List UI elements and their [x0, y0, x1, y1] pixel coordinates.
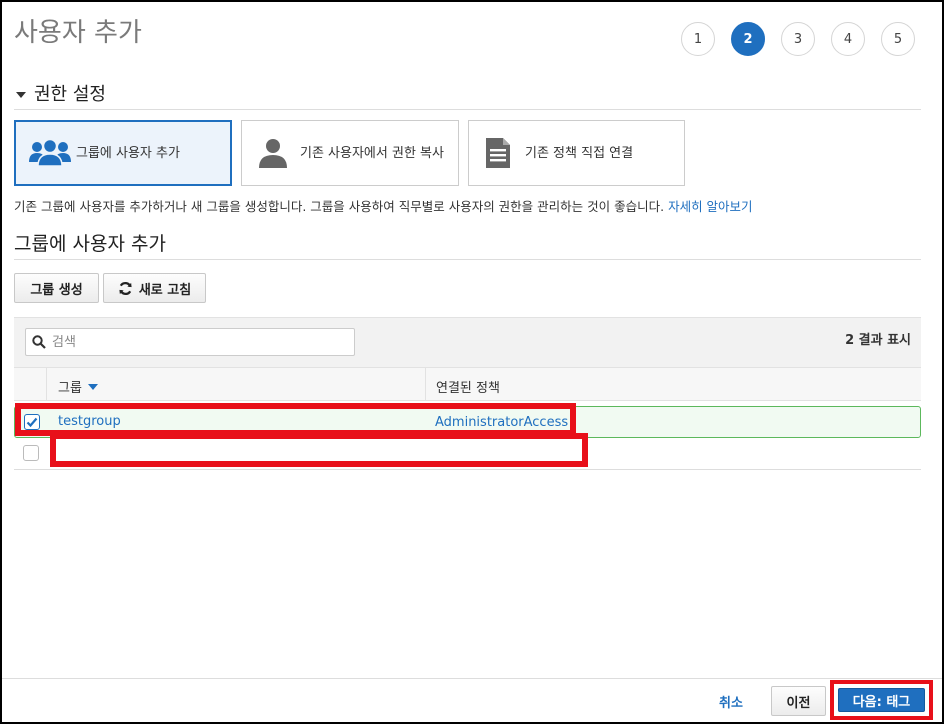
- step-indicator: 1 2 3 4 5: [681, 22, 915, 56]
- step-2-current[interactable]: 2: [731, 22, 765, 56]
- attached-policy-link[interactable]: AdministratorAccess: [435, 415, 568, 430]
- page-title: 사용자 추가: [14, 18, 142, 48]
- refresh-icon: [118, 281, 133, 296]
- cancel-button[interactable]: 취소: [719, 692, 743, 711]
- option-add-to-group-label: 그룹에 사용자 추가: [76, 145, 180, 161]
- group-name-link[interactable]: testgroup: [58, 414, 121, 429]
- search-input[interactable]: [52, 334, 342, 350]
- create-group-button[interactable]: 그룹 생성: [14, 273, 99, 303]
- user-icon: [258, 137, 288, 169]
- step-3[interactable]: 3: [781, 22, 815, 56]
- column-header-group[interactable]: 그룹: [58, 377, 98, 396]
- search-box[interactable]: [25, 328, 355, 356]
- header-checkbox-cell: [14, 368, 47, 401]
- next-tags-button[interactable]: 다음: 태그: [838, 688, 925, 712]
- divider: [14, 109, 921, 110]
- table-header: 그룹 연결된 정책: [14, 367, 921, 401]
- option-attach-policies[interactable]: 기존 정책 직접 연결: [468, 120, 685, 186]
- permissions-heading: 권한 설정: [34, 84, 106, 105]
- checkmark-icon: [26, 417, 38, 428]
- table-row[interactable]: [14, 438, 921, 470]
- step-5[interactable]: 5: [881, 22, 915, 56]
- column-divider: [425, 368, 426, 401]
- step-1[interactable]: 1: [681, 22, 715, 56]
- next-button-highlight: 다음: 태그: [830, 680, 933, 720]
- search-icon: [32, 335, 46, 349]
- table-row[interactable]: testgroup AdministratorAccess: [14, 406, 921, 438]
- option-add-to-group[interactable]: 그룹에 사용자 추가: [14, 120, 232, 186]
- row-checkbox-checked[interactable]: [24, 414, 40, 430]
- caret-down-icon: [16, 91, 26, 98]
- refresh-label: 새로 고침: [138, 282, 192, 298]
- step-4[interactable]: 4: [831, 22, 865, 56]
- option-attach-policies-label: 기존 정책 직접 연결: [525, 145, 634, 161]
- permissions-description: 기존 그룹에 사용자를 추가하거나 새 그룹을 생성합니다. 그룹을 사용하여 …: [14, 196, 753, 215]
- footer-divider: [2, 678, 942, 679]
- table-toolbar: 2 결과 표시: [14, 317, 921, 367]
- column-header-group-label: 그룹: [58, 381, 82, 396]
- group-icon: [28, 138, 72, 168]
- description-text: 기존 그룹에 사용자를 추가하거나 새 그룹을 생성합니다. 그룹을 사용하여 …: [14, 199, 665, 214]
- previous-button[interactable]: 이전: [771, 686, 826, 716]
- divider: [14, 259, 921, 260]
- learn-more-link[interactable]: 자세히 알아보기: [668, 199, 752, 214]
- option-copy-permissions[interactable]: 기존 사용자에서 권한 복사: [241, 120, 459, 186]
- result-count: 2 결과 표시: [845, 333, 911, 348]
- permissions-section-toggle[interactable]: 권한 설정: [16, 80, 106, 106]
- column-header-policy: 연결된 정책: [436, 381, 500, 396]
- option-copy-permissions-label: 기존 사용자에서 권한 복사: [300, 145, 444, 161]
- refresh-button[interactable]: 새로 고침: [103, 273, 206, 303]
- sort-descending-icon: [87, 383, 98, 390]
- row-checkbox[interactable]: [23, 445, 39, 461]
- groups-heading: 그룹에 사용자 추가: [14, 233, 166, 255]
- document-icon: [485, 137, 511, 169]
